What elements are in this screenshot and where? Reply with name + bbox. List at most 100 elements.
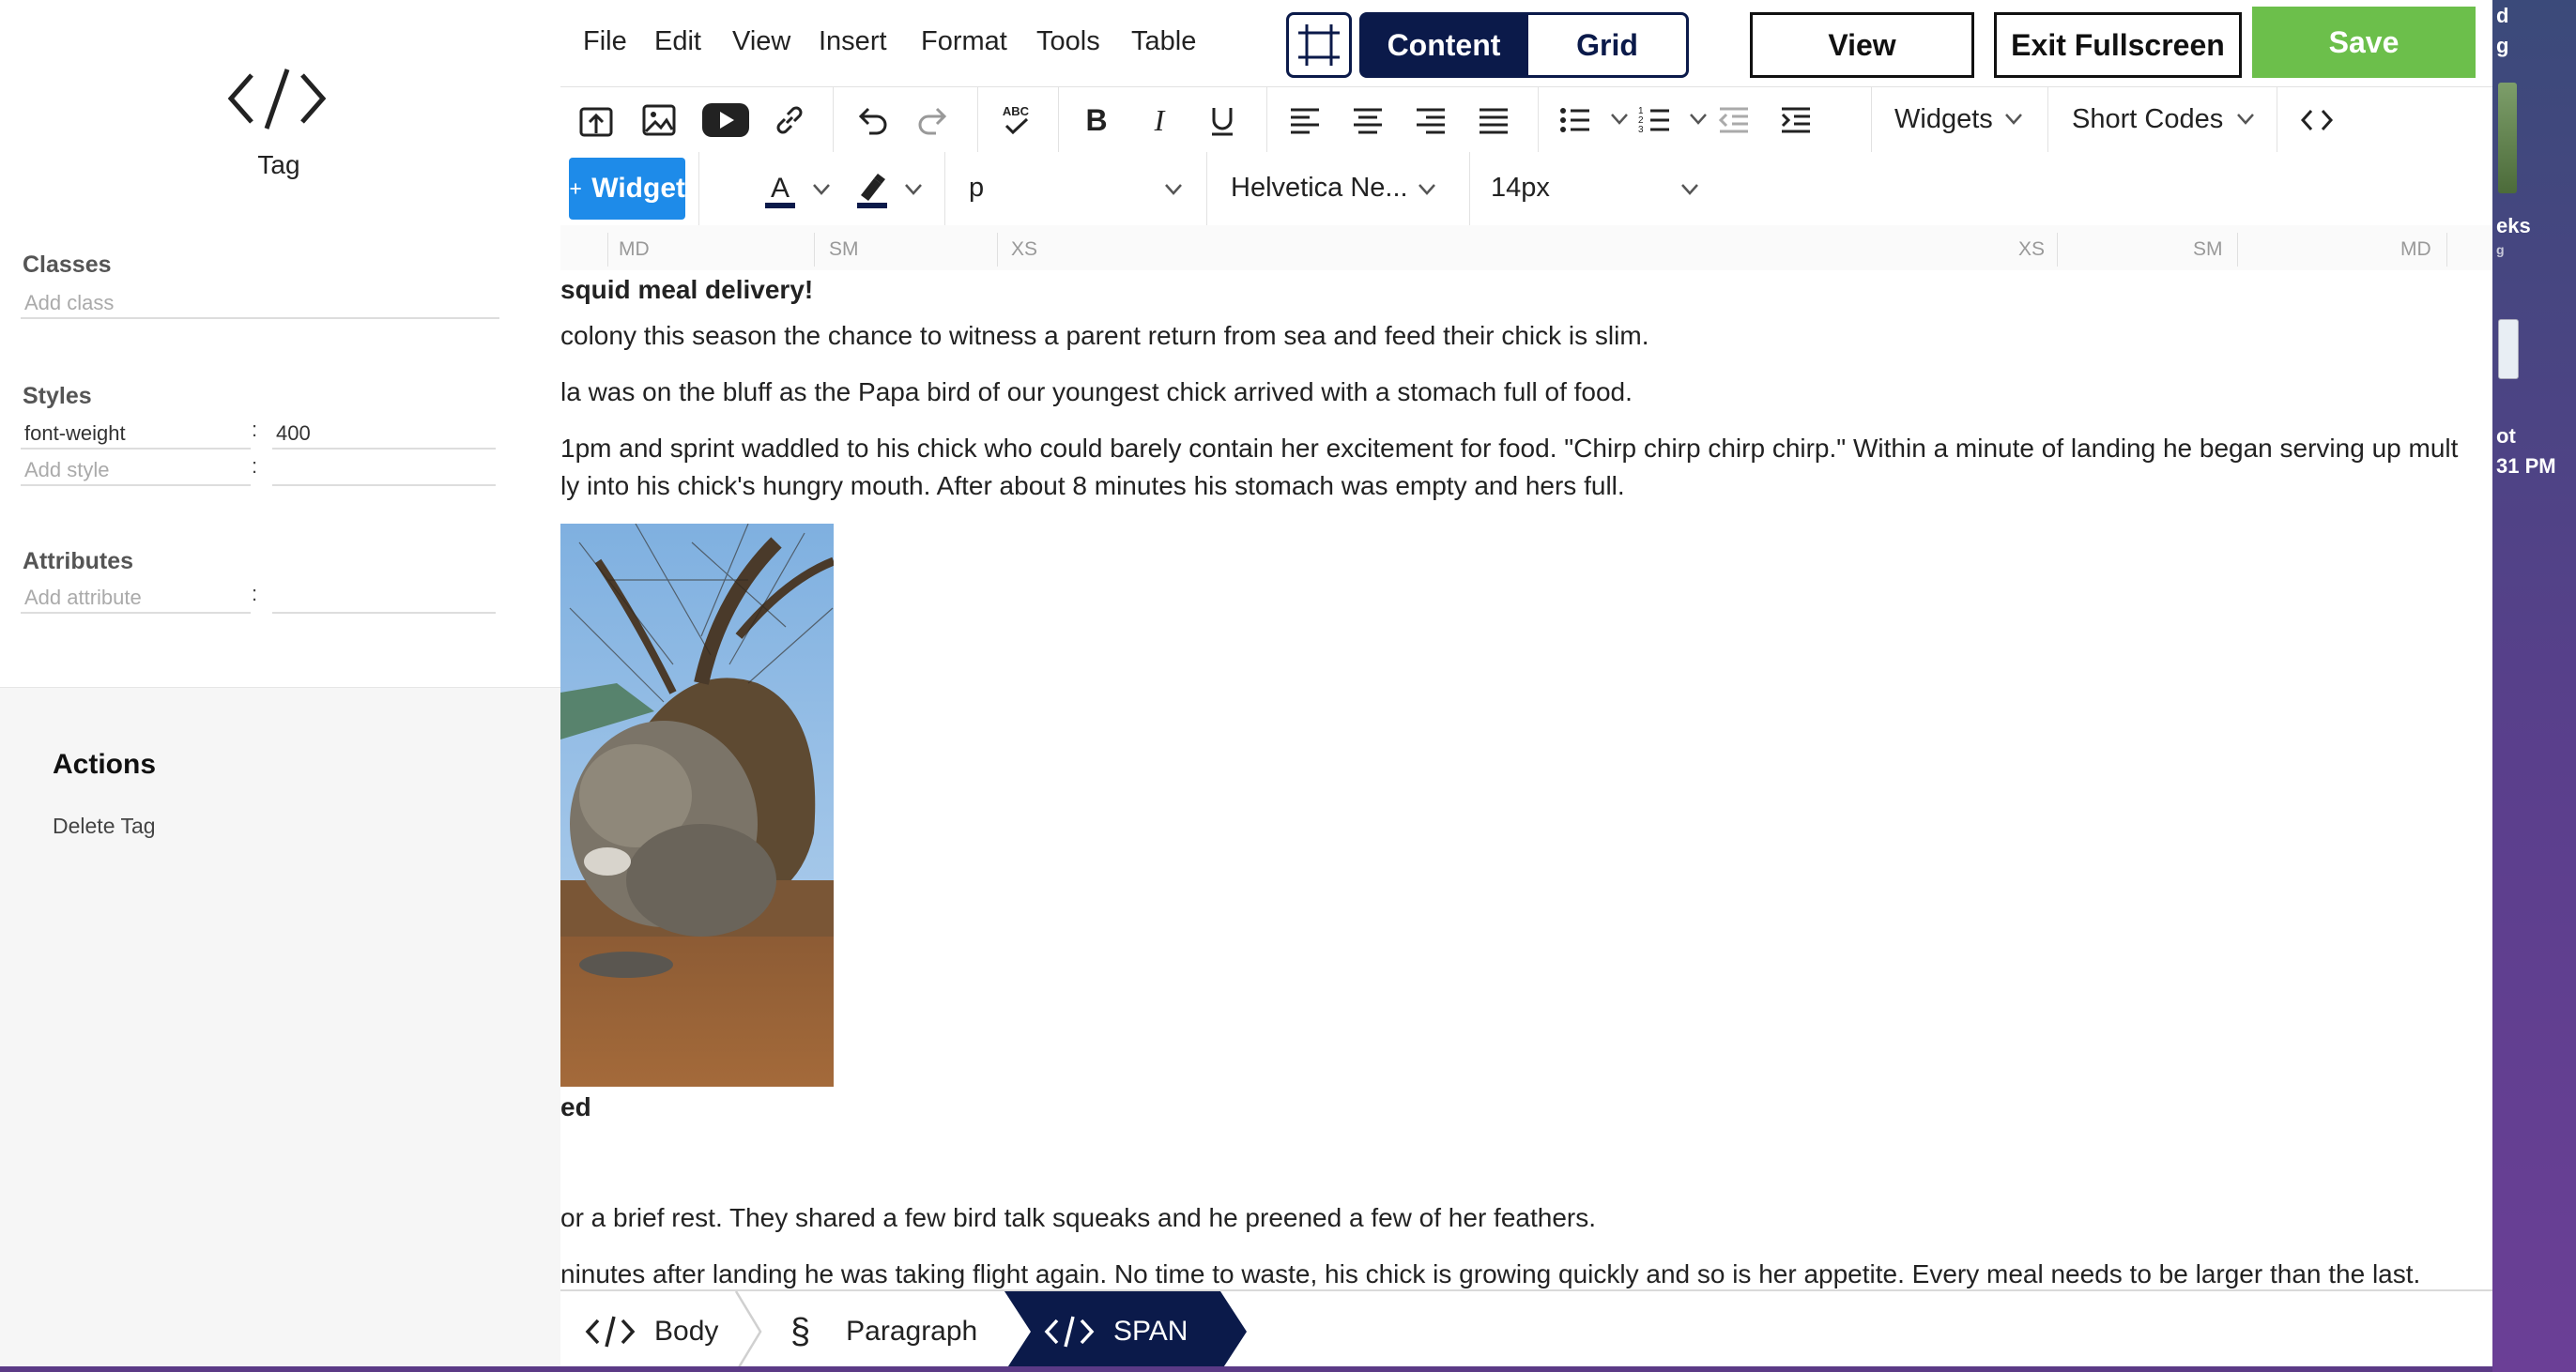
toolbar-separator [1206, 152, 1207, 225]
insert-link-button[interactable] [768, 99, 811, 142]
chevron-down-icon[interactable] [1418, 183, 1436, 196]
breadcrumb-body[interactable]: Body [560, 1291, 734, 1366]
grid-toggle-button[interactable]: Grid [1528, 12, 1689, 78]
align-left-icon [1291, 108, 1319, 134]
content-paragraph[interactable]: 1pm and sprint waddled to his chick who … [560, 430, 2458, 467]
chevron-down-icon[interactable] [1689, 113, 1708, 126]
italic-icon: I [1154, 103, 1166, 137]
add-attribute-name-input[interactable]: Add attribute [21, 582, 251, 614]
insert-image-button[interactable] [637, 99, 681, 142]
desktop-file-thumbnail[interactable] [2498, 83, 2517, 193]
chevron-down-icon[interactable] [904, 183, 923, 196]
highlight-color-icon[interactable] [853, 169, 891, 210]
text-color-icon[interactable]: A [761, 169, 799, 210]
toolbar-separator [1058, 87, 1059, 153]
toolbar-separator [944, 152, 945, 225]
menu-view[interactable]: View [732, 26, 790, 57]
select-frame-button[interactable] [1286, 12, 1352, 78]
add-class-input[interactable]: Add class [21, 287, 499, 319]
content-toggle-button[interactable]: Content [1359, 12, 1528, 78]
content-photo[interactable] [560, 524, 834, 1087]
ruler-tick [607, 233, 608, 267]
ruler-label-sm-right[interactable]: SM [2193, 238, 2223, 261]
widgets-dropdown[interactable]: Widgets [1894, 104, 1993, 135]
albatross-chick-photo [560, 524, 834, 1087]
exit-fullscreen-button[interactable]: Exit Fullscreen [1994, 12, 2242, 78]
insert-video-button[interactable] [701, 99, 750, 142]
upload-button[interactable] [575, 99, 618, 142]
add-style-value-input[interactable] [272, 454, 496, 486]
menu-table[interactable]: Table [1131, 26, 1196, 57]
content-heading[interactable]: ed [560, 1089, 591, 1126]
ruler-label-xs[interactable]: XS [1011, 238, 1037, 261]
content-paragraph[interactable]: ly into his chick's hungry mouth. After … [560, 467, 1625, 505]
content-paragraph[interactable]: or a brief rest. They shared a few bird … [560, 1199, 1596, 1237]
align-right-button[interactable] [1409, 99, 1452, 142]
menu-format[interactable]: Format [921, 26, 1007, 57]
source-code-button[interactable] [2295, 99, 2338, 142]
font-family-select[interactable]: Helvetica Ne... [1231, 173, 1408, 204]
menu-file[interactable]: File [583, 26, 627, 57]
chevron-down-icon[interactable] [2004, 113, 2023, 126]
redo-button[interactable] [912, 99, 956, 142]
menu-tools[interactable]: Tools [1036, 26, 1100, 57]
outdent-button[interactable] [1712, 99, 1756, 142]
attributes-heading: Attributes [23, 548, 134, 574]
chevron-down-icon[interactable] [1164, 183, 1183, 196]
bold-button[interactable]: B [1075, 99, 1118, 142]
content-paragraph[interactable]: colony this season the chance to witness… [560, 317, 1648, 355]
tag-title: Tag [257, 150, 300, 179]
toolbar-separator [2047, 87, 2048, 153]
ruler-label-sm[interactable]: SM [829, 238, 859, 261]
align-justify-button[interactable] [1472, 99, 1515, 142]
numbered-list-button[interactable]: 123 [1633, 99, 1677, 142]
bullet-list-button[interactable] [1554, 99, 1597, 142]
actions-panel [0, 687, 560, 1366]
breadcrumb-paragraph[interactable]: § Paragraph [790, 1291, 977, 1366]
code-tag-icon [585, 1316, 636, 1348]
underline-button[interactable] [1201, 99, 1244, 142]
indent-button[interactable] [1774, 99, 1817, 142]
add-attribute-value-input[interactable] [272, 582, 496, 614]
content-heading[interactable]: squid meal delivery! [560, 271, 813, 309]
bullet-list-icon [1560, 108, 1589, 132]
style-property-input[interactable]: font-weight [21, 418, 251, 450]
undo-icon [858, 107, 887, 135]
ruler-label-md-right[interactable]: MD [2400, 238, 2431, 261]
desktop-file-thumbnail[interactable] [2498, 319, 2519, 379]
align-center-button[interactable] [1346, 99, 1389, 142]
short-codes-dropdown[interactable]: Short Codes [2072, 104, 2223, 135]
align-left-button[interactable] [1283, 99, 1326, 142]
chevron-down-icon[interactable] [1680, 183, 1699, 196]
italic-button[interactable]: I [1138, 99, 1181, 142]
ruler-label-xs-right[interactable]: XS [2018, 238, 2045, 261]
content-paragraph[interactable]: ninutes after landing he was taking flig… [560, 1256, 2420, 1289]
font-size-select[interactable]: 14px [1491, 173, 1550, 204]
menu-edit[interactable]: Edit [654, 26, 701, 57]
ruler-label-md[interactable]: MD [619, 238, 650, 261]
svg-text:I: I [1154, 103, 1166, 137]
toolbar-separator [977, 87, 978, 153]
desktop-label: eks [2496, 214, 2531, 237]
save-button[interactable]: Save [2252, 7, 2476, 78]
spellcheck-button[interactable]: ABC [994, 99, 1037, 142]
undo-button[interactable] [850, 99, 893, 142]
block-format-select[interactable]: p [969, 173, 984, 204]
style-value-input[interactable]: 400 [272, 418, 496, 450]
view-button[interactable]: View [1750, 12, 1974, 78]
add-style-property-input[interactable]: Add style [21, 454, 251, 486]
select-frame-icon [1298, 24, 1340, 66]
breadcrumb-span[interactable]: SPAN [1044, 1291, 1188, 1366]
toolbar-separator [1871, 87, 1872, 153]
content-paragraph[interactable]: la was on the bluff as the Papa bird of … [560, 373, 1633, 411]
chevron-down-icon[interactable] [812, 183, 831, 196]
chevron-down-icon[interactable] [2236, 113, 2255, 126]
toolbar-separator [1538, 87, 1539, 153]
menu-insert[interactable]: Insert [819, 26, 887, 57]
editor-content[interactable]: squid meal delivery! colony this season … [560, 270, 2492, 1289]
ruler-tick [2237, 233, 2238, 267]
ruler-tick [814, 233, 815, 267]
delete-tag-link[interactable]: Delete Tag [53, 814, 156, 839]
add-widget-button[interactable]: Widget [569, 158, 685, 220]
chevron-down-icon[interactable] [1610, 113, 1629, 126]
